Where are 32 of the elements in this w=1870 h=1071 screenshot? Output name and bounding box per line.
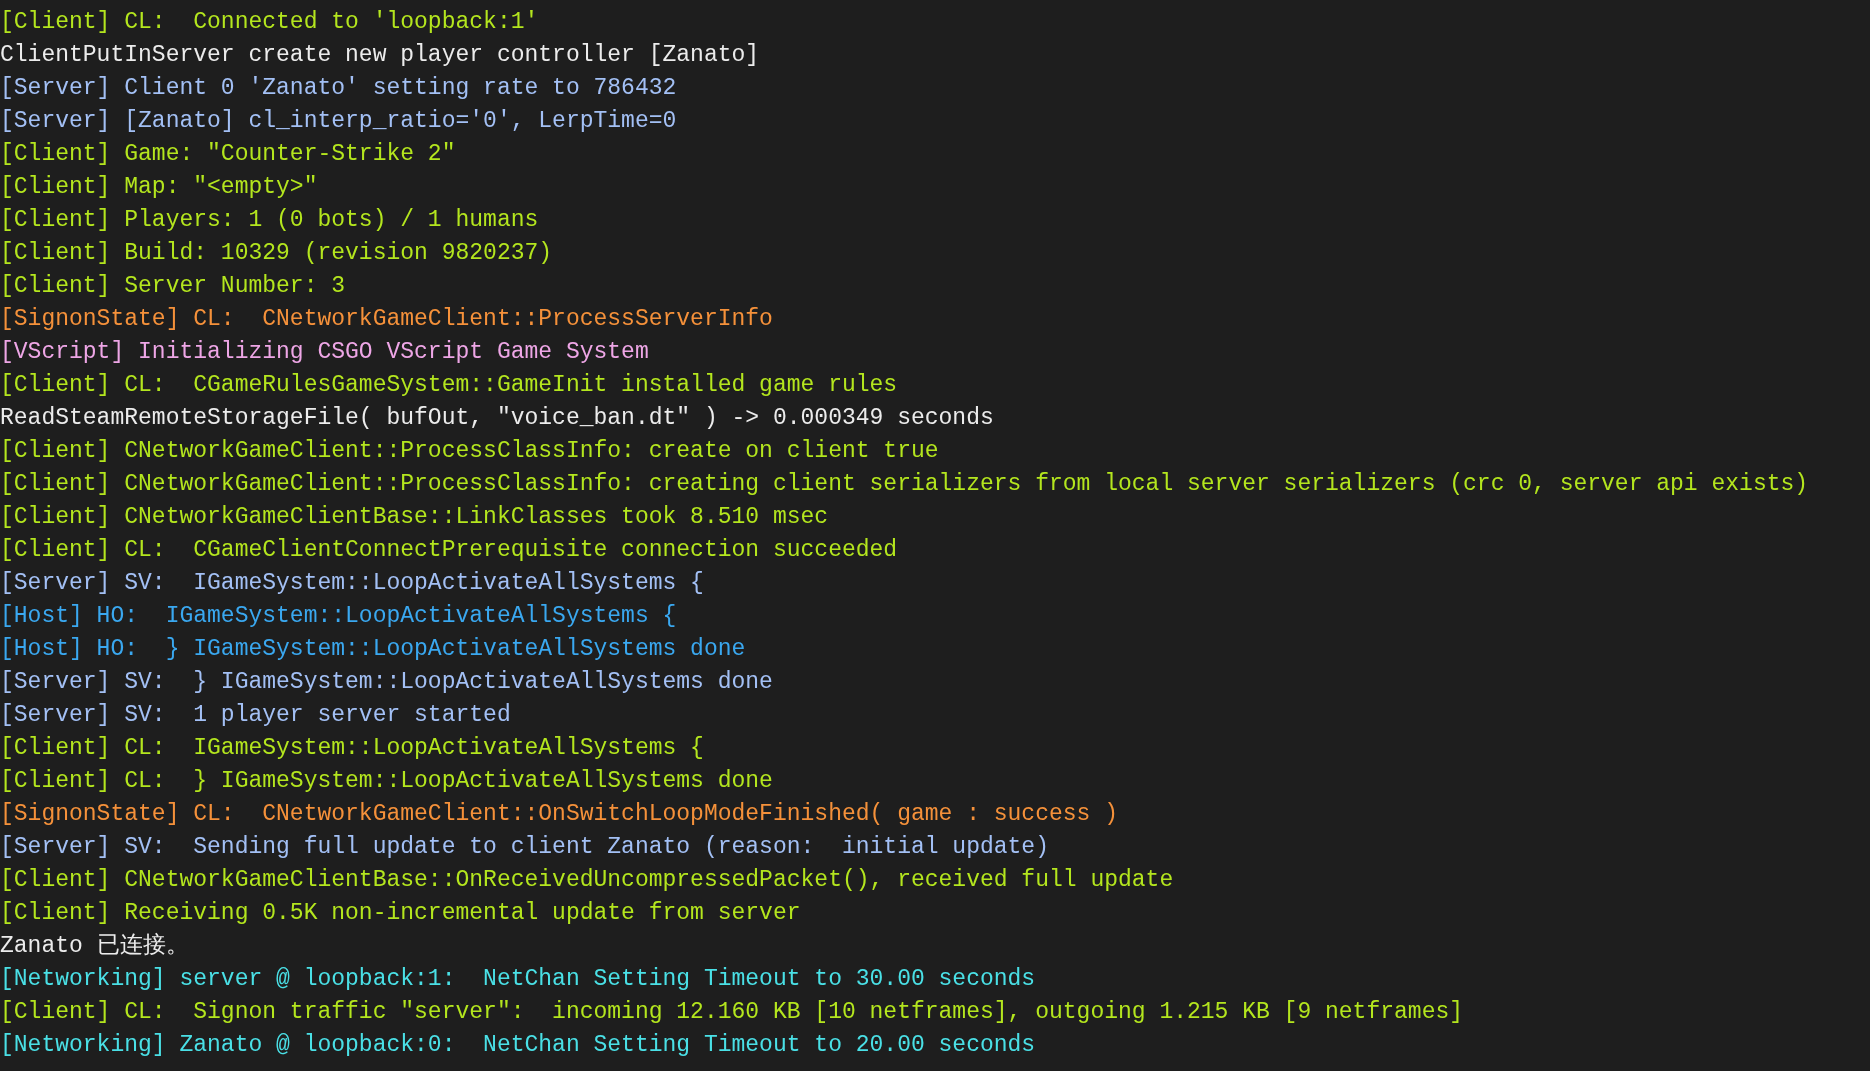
log-line: [Client] CL: CGameRulesGameSystem::GameInit installed game rules xyxy=(0,370,898,399)
log-line: [Networking] Zanato @ loopback:0: NetChan Setting Timeout to 20.00 seconds xyxy=(0,1030,1036,1059)
log-line: ClientPutInServer create new player controller [Zanato] xyxy=(0,40,760,69)
log-line: [Server] SV: 1 player server started xyxy=(0,700,511,729)
log-line: [Client] Players: 1 (0 bots) / 1 humans xyxy=(0,205,539,234)
log-line: [Client] Game: "Counter-Strike 2" xyxy=(0,139,456,168)
log-line: [Server] SV: Sending full update to client Zanato (reason: initial update) xyxy=(0,832,1049,861)
log-line: [Host] HO: IGameSystem::LoopActivateAllSystems { xyxy=(0,601,677,630)
log-line: [Client] CNetworkGameClient::ProcessClassInfo: creating client serializers from local server serializers (crc 0, server api exists) xyxy=(0,469,1809,498)
log-line: [Server] [Zanato] cl_interp_ratio='0', LerpTime=0 xyxy=(0,106,677,135)
log-line: [Server] Client 0 'Zanato' setting rate to 786432 xyxy=(0,73,677,102)
log-line: [Client] CNetworkGameClientBase::OnReceivedUncompressedPacket(), received full update xyxy=(0,865,1174,894)
log-line: [Client] CNetworkGameClient::ProcessClassInfo: create on client true xyxy=(0,436,939,465)
log-line: ReadSteamRemoteStorageFile( bufOut, "voice_ban.dt" ) -> 0.000349 seconds xyxy=(0,403,994,432)
log-line: [SignonState] CL: CNetworkGameClient::OnSwitchLoopModeFinished( game : success ) xyxy=(0,799,1118,828)
log-line: [SignonState] CL: CNetworkGameClient::ProcessServerInfo xyxy=(0,304,773,333)
log-line: [Networking] server @ loopback:1: NetChan Setting Timeout to 30.00 seconds xyxy=(0,964,1036,993)
log-line: [Client] CL: Signon traffic "server": incoming 12.160 KB [10 netframes], outgoing 1.215 KB [9 netframes] xyxy=(0,997,1464,1026)
log-line: [Client] CL: Connected to 'loopback:1' xyxy=(0,7,539,36)
log-line: [VScript] Initializing CSGO VScript Game System xyxy=(0,337,649,366)
log-line: [Client] Map: "<empty>" xyxy=(0,172,318,201)
log-line: [Client] CL: } IGameSystem::LoopActivateAllSystems done xyxy=(0,766,773,795)
log-line: [Server] SV: } IGameSystem::LoopActivateAllSystems done xyxy=(0,667,773,696)
log-line: [Host] HO: } IGameSystem::LoopActivateAllSystems done xyxy=(0,634,746,663)
log-line: [Client] Receiving 0.5K non-incremental update from server xyxy=(0,898,801,927)
log-line: [Server] SV: IGameSystem::LoopActivateAllSystems { xyxy=(0,568,704,597)
log-line: [Client] Build: 10329 (revision 9820237) xyxy=(0,238,553,267)
log-line: [Client] Server Number: 3 xyxy=(0,271,346,300)
log-line: [Client] CNetworkGameClientBase::LinkClasses took 8.510 msec xyxy=(0,502,829,531)
log-line: [Client] CL: IGameSystem::LoopActivateAllSystems { xyxy=(0,733,704,762)
log-line: Zanato 已连接。 xyxy=(0,931,189,960)
log-line: [Client] CL: CGameClientConnectPrerequisite connection succeeded xyxy=(0,535,898,564)
